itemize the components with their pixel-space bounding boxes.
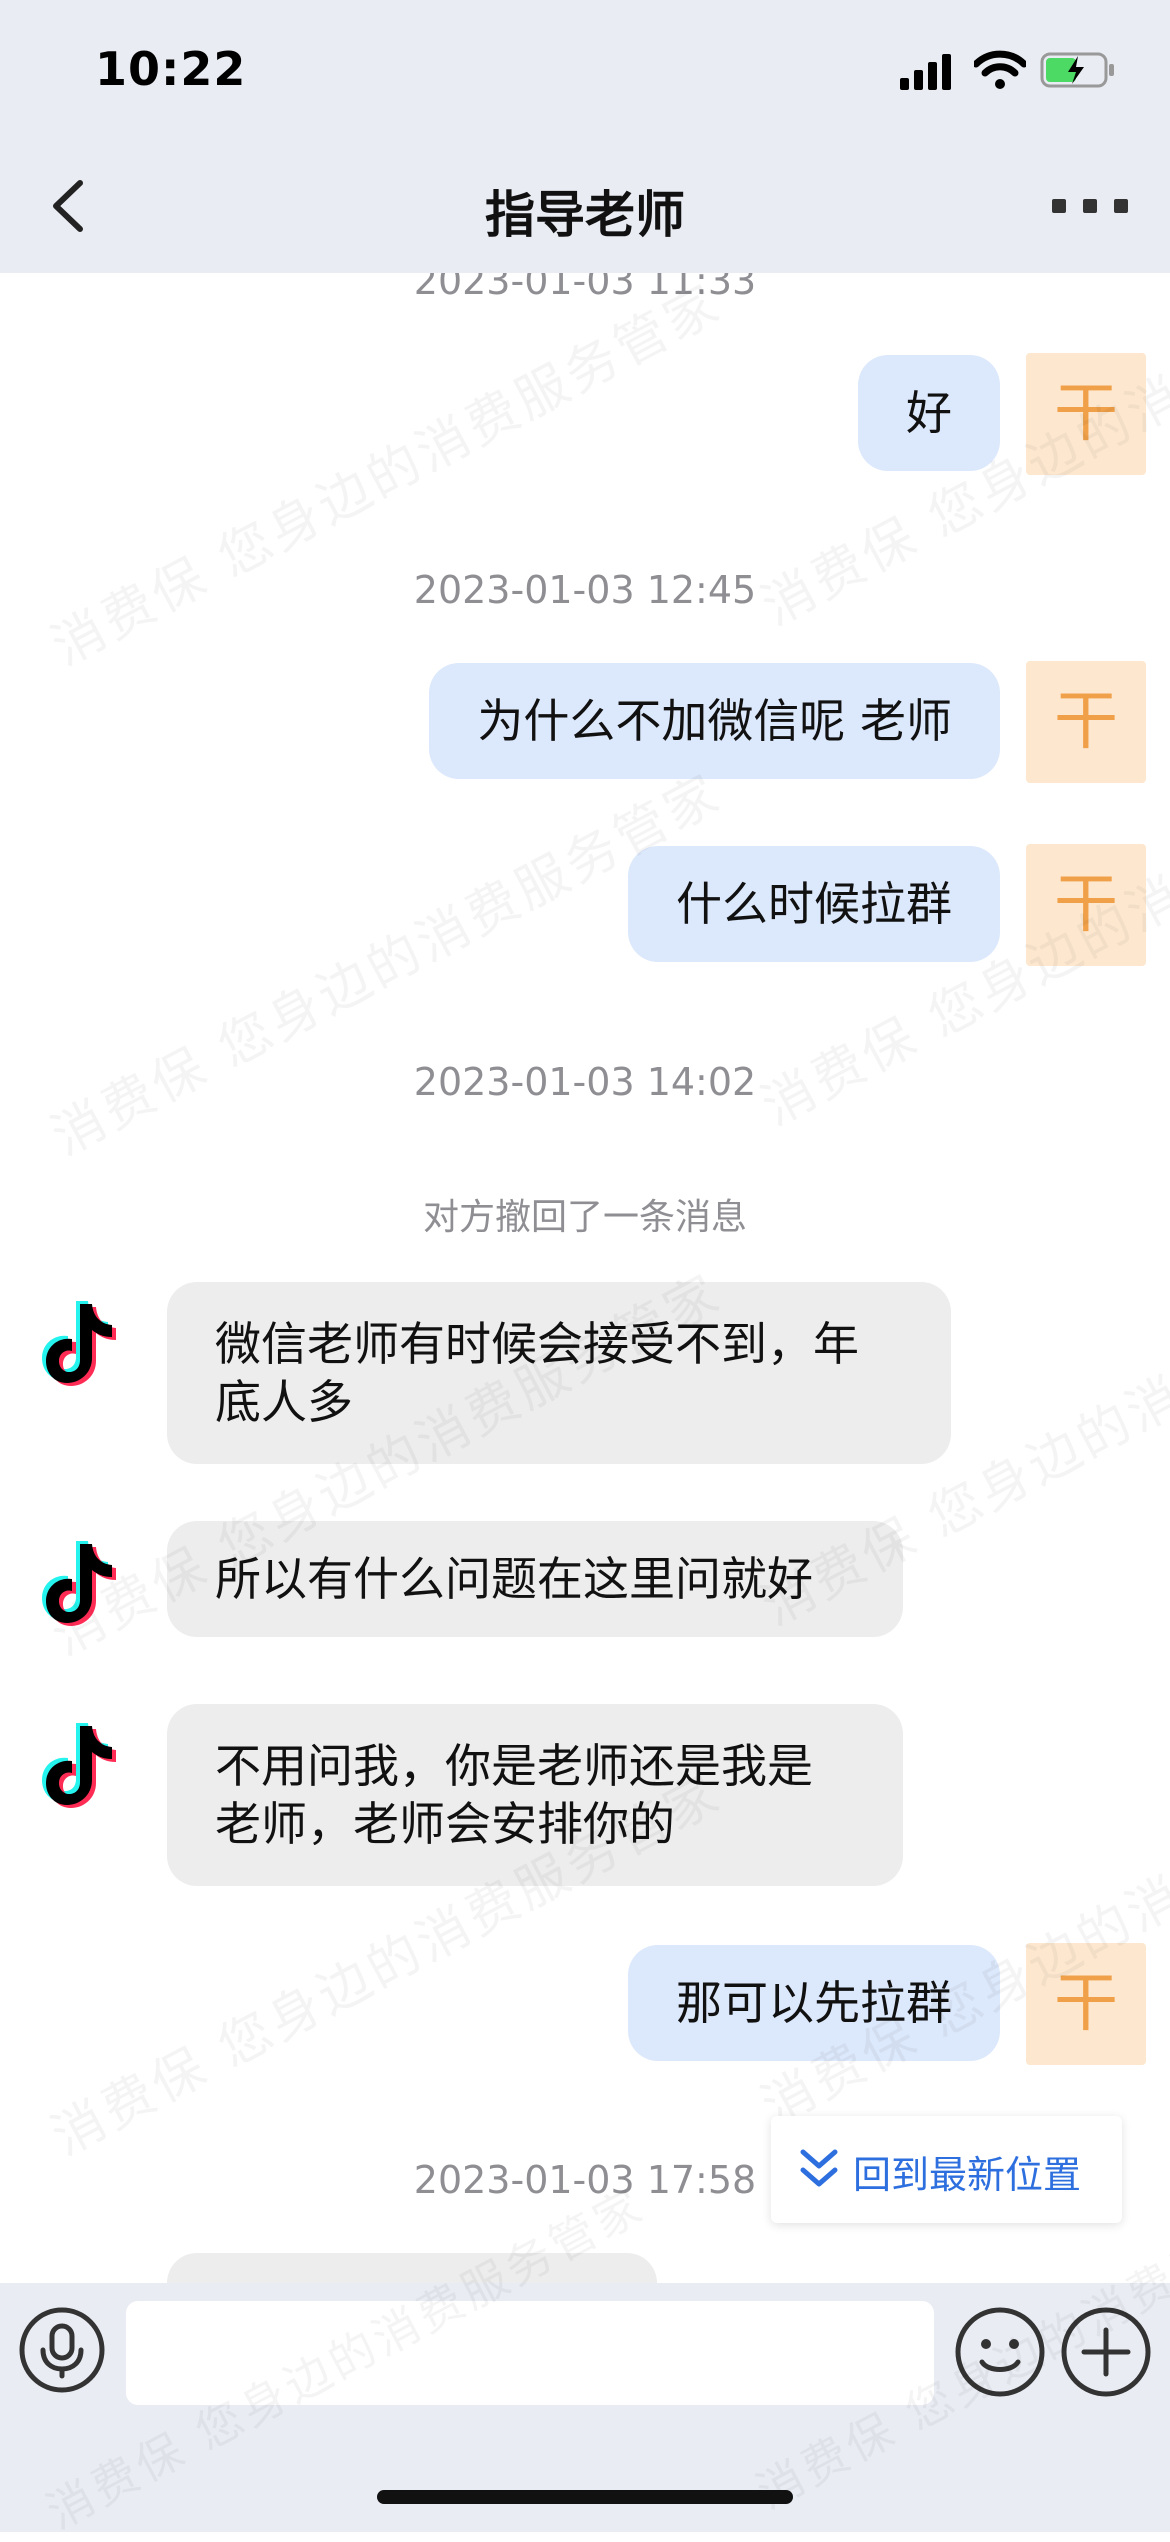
page-title: 指导老师 [485,186,685,244]
sent-message[interactable]: 什么时候拉群 [628,846,1000,962]
status-icons [900,44,1130,104]
watermark: 消费保 您身边的消费服务管家 [36,752,732,1170]
signal-icon [900,54,951,90]
received-message[interactable]: 不用问我，你是老师还是我是 老师，老师会安排你的 [167,1704,903,1886]
home-indicator[interactable] [377,2490,793,2504]
watermark: 消费保 您身边的消费服务管家 [36,273,732,679]
message-timestamp: 2023-01-03 11:33 [413,273,757,303]
sent-message[interactable]: 那可以先拉群 [628,1945,1000,2061]
message-timestamp: 2023-01-03 14:02 [413,1060,757,1104]
received-message[interactable]: 微信老师有时候会接受不到，年 底人多 [167,1282,951,1464]
avatar[interactable]: 干 [1026,661,1146,783]
double-chevron-down-icon [800,2149,838,2187]
emoji-icon[interactable] [954,2306,1046,2398]
avatar[interactable]: 干 [1026,1943,1146,2065]
message-line: 底人多 [215,1375,353,1429]
received-message-partial[interactable] [167,2253,657,2283]
chat-area[interactable]: 2023-01-03 11:33 好 干 2023-01-03 12:45 为什… [0,273,1170,2283]
tiktok-icon[interactable] [42,1538,122,1628]
message-line: 微信老师有时候会接受不到，年 [215,1317,859,1371]
tiktok-icon[interactable] [42,1720,122,1810]
battery-icon [1040,52,1114,88]
plus-icon[interactable] [1060,2306,1152,2398]
message-line: 不用问我，你是老师还是我是 [215,1739,813,1793]
status-bar: 10:22 [0,0,1170,145]
more-icon[interactable] [1050,185,1130,225]
avatar[interactable]: 干 [1026,353,1146,475]
nav-bar: 指导老师 [0,145,1170,273]
wifi-icon [974,50,1026,89]
sent-message[interactable]: 好 [858,355,1000,471]
avatar[interactable]: 干 [1026,844,1146,966]
status-time: 10:22 [95,42,247,96]
jump-to-latest-label: 回到最新位置 [853,2153,1082,2197]
message-input[interactable] [126,2301,934,2405]
microphone-icon[interactable] [18,2306,106,2394]
message-timestamp: 2023-01-03 12:45 [413,568,757,612]
received-message[interactable]: 所以有什么问题在这里问就好 [167,1521,903,1637]
sent-message[interactable]: 为什么不加微信呢 老师 [429,663,1000,779]
jump-to-latest-button[interactable]: 回到最新位置 [771,2116,1122,2223]
message-line: 老师，老师会安排你的 [215,1797,675,1851]
recall-notice: 对方撤回了一条消息 [422,1197,747,1238]
tiktok-icon[interactable] [42,1298,122,1388]
